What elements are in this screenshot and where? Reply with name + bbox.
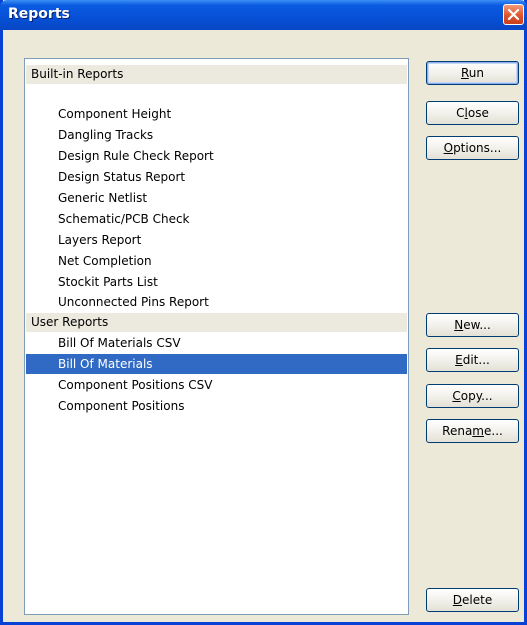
- edit-button[interactable]: Edit...: [426, 348, 519, 372]
- delete-button[interactable]: Delete: [426, 588, 519, 612]
- list-item[interactable]: Layers Report: [26, 230, 407, 250]
- new-button[interactable]: New...: [426, 313, 519, 337]
- list-item[interactable]: Schematic/PCB Check: [26, 209, 407, 229]
- list-item[interactable]: Net Completion: [26, 251, 407, 271]
- group-header-builtin: Built-in Reports: [26, 65, 407, 84]
- close-window-button[interactable]: [503, 4, 524, 25]
- copy-button[interactable]: Copy...: [426, 384, 519, 408]
- reports-dialog: Reports Built-in Reports Component Heigh…: [0, 0, 527, 625]
- rename-button[interactable]: Rename...: [426, 419, 519, 443]
- list-item-selected[interactable]: Bill Of Materials: [26, 354, 407, 374]
- reports-listbox[interactable]: Built-in Reports Component Height Dangli…: [24, 58, 409, 615]
- list-item[interactable]: Component Height: [26, 104, 407, 124]
- close-icon: [507, 8, 520, 21]
- list-item[interactable]: Generic Netlist: [26, 188, 407, 208]
- list-item[interactable]: Component Positions: [26, 396, 407, 416]
- run-button[interactable]: Run: [426, 61, 519, 85]
- window-title: Reports: [8, 6, 70, 22]
- close-button[interactable]: Close: [426, 101, 519, 125]
- list-item[interactable]: Design Status Report: [26, 167, 407, 187]
- group-header-user: User Reports: [26, 313, 407, 332]
- list-item[interactable]: Component Positions CSV: [26, 375, 407, 395]
- list-item[interactable]: Stockit Parts List: [26, 272, 407, 292]
- options-button[interactable]: Options...: [426, 136, 519, 160]
- list-item[interactable]: Unconnected Pins Report: [26, 292, 407, 312]
- list-item[interactable]: Design Rule Check Report: [26, 146, 407, 166]
- list-item[interactable]: Dangling Tracks: [26, 125, 407, 145]
- title-bar[interactable]: Reports: [0, 0, 527, 30]
- list-item[interactable]: Bill Of Materials CSV: [26, 333, 407, 353]
